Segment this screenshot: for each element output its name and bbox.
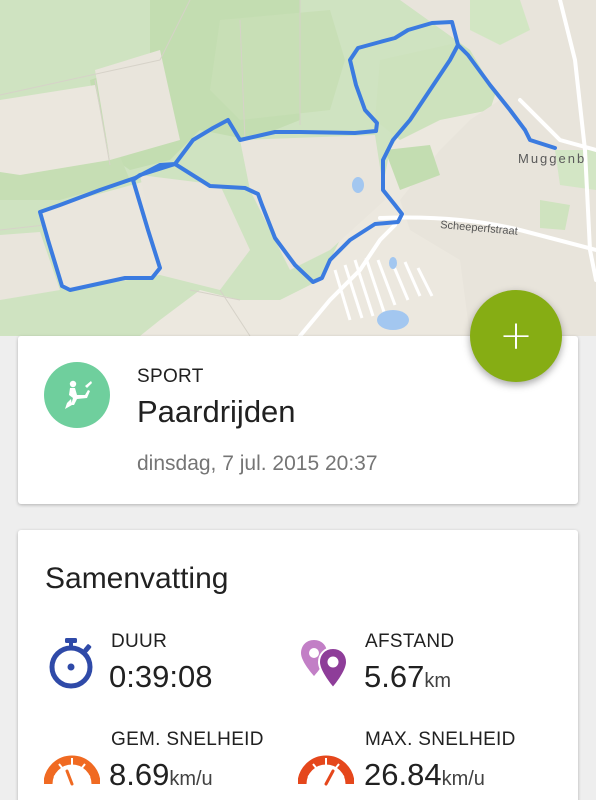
distance-unit: km <box>424 670 452 692</box>
sport-name: Paardrijden <box>137 394 296 429</box>
max-speed-value: 26.84km/u <box>364 757 485 793</box>
summary-title: Samenvatting <box>45 562 229 595</box>
horse-riding-icon <box>44 362 110 428</box>
speedometer-icon <box>43 740 101 795</box>
route-map[interactable]: Scheeperfstraat Muggenb <box>0 0 596 336</box>
activity-detail-screen: Scheeperfstraat Muggenb SPORT Paardrijde… <box>0 0 596 800</box>
map-pins-icon <box>298 636 352 695</box>
avg-speed-unit: km/u <box>169 768 213 790</box>
avg-speed-value: 8.69km/u <box>109 757 213 793</box>
sport-label: SPORT <box>137 366 204 387</box>
max-speed-label: MAX. SNELHEID <box>365 729 516 750</box>
distance-number: 5.67 <box>364 659 425 694</box>
stopwatch-icon <box>45 636 97 695</box>
plus-icon: + <box>499 313 533 359</box>
max-speed-number: 26.84 <box>364 757 442 792</box>
distance-value: 5.67km <box>364 659 451 695</box>
max-speed-unit: km/u <box>441 768 485 790</box>
avg-speed-number: 8.69 <box>109 757 170 792</box>
duration-value: 0:39:08 <box>109 659 212 695</box>
speedometer-max-icon <box>297 740 355 795</box>
duration-label: DUUR <box>111 631 168 652</box>
activity-date: dinsdag, 7 jul. 2015 20:37 <box>137 452 378 475</box>
avg-speed-label: GEM. SNELHEID <box>111 729 264 750</box>
duration-number: 0:39:08 <box>109 659 213 694</box>
add-button[interactable]: + <box>470 290 562 382</box>
distance-label: AFSTAND <box>365 631 455 652</box>
place-name-label: Muggenb <box>518 151 586 166</box>
map-canvas: Scheeperfstraat Muggenb <box>0 0 596 336</box>
